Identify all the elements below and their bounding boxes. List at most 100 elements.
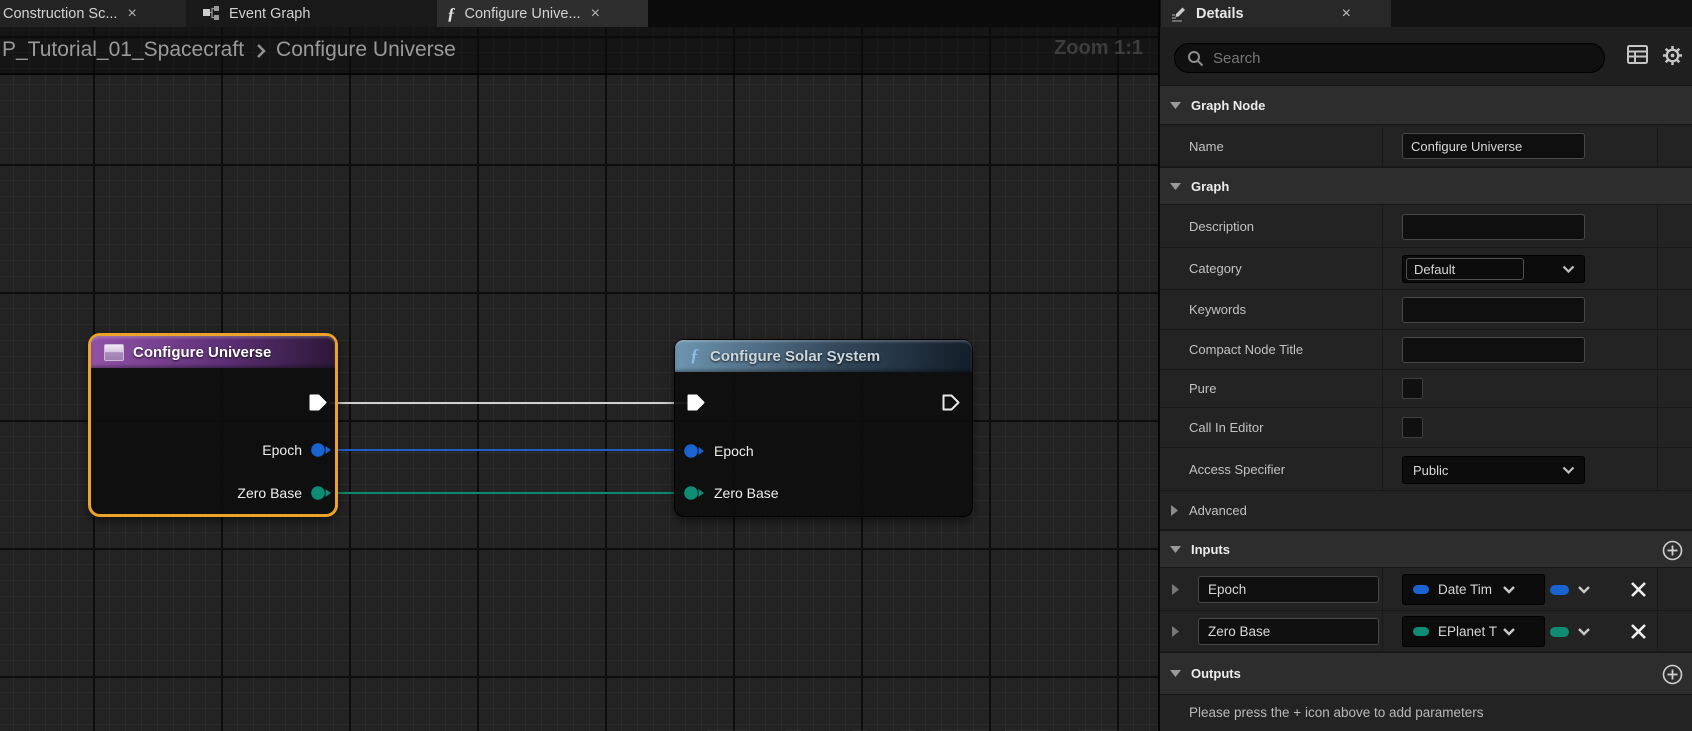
details-toolbar <box>1160 27 1692 85</box>
category-value-field[interactable] <box>1406 258 1524 280</box>
tab-construction-script[interactable]: Construction Sc... × <box>0 0 186 27</box>
section-title: Graph Node <box>1191 98 1265 113</box>
container-type-dropdown[interactable] <box>1577 627 1591 636</box>
section-graph-node[interactable]: Graph Node <box>1160 85 1692 125</box>
node-configure-solar-system[interactable]: ƒ Configure Solar System <box>674 339 973 517</box>
chevron-down-icon <box>1502 585 1516 594</box>
close-icon[interactable]: × <box>591 6 600 22</box>
section-outputs[interactable]: Outputs <box>1160 652 1692 695</box>
macro-icon <box>104 344 124 361</box>
pin-exec-in[interactable] <box>687 394 705 411</box>
breadcrumb: P_Tutorial_01_Spacecraft Configure Unive… <box>2 38 456 62</box>
container-type-pin-icon <box>1550 585 1569 595</box>
data-pin-icon <box>310 485 332 501</box>
compact-node-title-field[interactable] <box>1402 337 1585 363</box>
pin-label: Zero Base <box>714 485 779 501</box>
pin-zero-base-in[interactable]: Zero Base <box>683 485 779 501</box>
name-field[interactable] <box>1402 133 1585 159</box>
wire-zero-base <box>334 492 698 494</box>
chevron-right-icon <box>1171 505 1178 516</box>
row-access-specifier: Access Specifier Public <box>1160 448 1692 491</box>
blueprint-graph-canvas[interactable]: BLUEPRINT P_Tutorial_01_Spacecraft Confi… <box>0 27 1158 731</box>
chevron-down-icon <box>1170 102 1181 109</box>
details-panel: Details × <box>1158 0 1692 731</box>
document-tab-bar: Construction Sc... × Event Graph ƒ Confi… <box>0 0 1158 27</box>
pin-zero-base-out[interactable]: Zero Base <box>237 485 332 501</box>
pin-epoch-out[interactable]: Epoch <box>262 442 332 458</box>
chevron-down-icon <box>1170 670 1181 677</box>
field-label: Name <box>1189 139 1224 154</box>
pure-checkbox[interactable] <box>1402 378 1423 399</box>
tab-label: Construction Sc... <box>3 6 117 22</box>
pin-exec-out[interactable] <box>942 394 960 411</box>
row-call-in-editor: Call In Editor <box>1160 408 1692 448</box>
field-label: Compact Node Title <box>1189 342 1303 357</box>
access-specifier-dropdown[interactable]: Public <box>1402 456 1585 484</box>
row-keywords: Keywords <box>1160 290 1692 330</box>
details-tab-bar: Details × <box>1160 0 1692 27</box>
description-field[interactable] <box>1402 214 1585 240</box>
add-output-button[interactable] <box>1662 664 1683 685</box>
tab-configure-universe[interactable]: ƒ Configure Unive... × <box>437 0 648 27</box>
search-box[interactable] <box>1174 43 1605 73</box>
field-label: Call In Editor <box>1189 420 1263 435</box>
type-name: Date Tim <box>1438 582 1500 597</box>
add-input-button[interactable] <box>1662 540 1683 561</box>
input-name-field[interactable] <box>1198 618 1379 645</box>
field-label: Access Specifier <box>1189 462 1285 477</box>
field-label: Description <box>1189 219 1254 234</box>
row-category: Category <box>1160 248 1692 290</box>
breadcrumb-root[interactable]: P_Tutorial_01_Spacecraft <box>2 38 244 62</box>
pin-exec-out[interactable] <box>309 394 327 411</box>
details-pencil-icon <box>1170 5 1187 22</box>
gear-icon[interactable] <box>1662 45 1683 66</box>
row-description: Description <box>1160 205 1692 248</box>
advanced-label: Advanced <box>1189 503 1247 518</box>
row-advanced[interactable]: Advanced <box>1160 491 1692 530</box>
chevron-right-icon[interactable] <box>1172 584 1179 595</box>
function-icon: ƒ <box>447 4 456 24</box>
access-specifier-value: Public <box>1413 463 1562 478</box>
input-type-dropdown[interactable]: Date Tim <box>1402 574 1545 605</box>
pin-epoch-in[interactable]: Epoch <box>683 443 754 459</box>
delete-input-button[interactable] <box>1630 623 1647 640</box>
close-icon[interactable]: × <box>127 6 136 22</box>
node-header[interactable]: ƒ Configure Solar System <box>675 340 972 372</box>
type-name: EPlanet T <box>1438 624 1500 639</box>
node-title: Configure Universe <box>133 344 271 361</box>
section-graph[interactable]: Graph <box>1160 167 1692 205</box>
breadcrumb-current: Configure Universe <box>276 38 456 62</box>
graph-icon <box>203 6 220 21</box>
zoom-level-indicator: Zoom 1:1 <box>1054 37 1143 60</box>
keywords-field[interactable] <box>1402 297 1585 323</box>
exec-pin-outline-icon <box>942 394 960 411</box>
tab-label: Configure Unive... <box>465 6 581 22</box>
call-in-editor-checkbox[interactable] <box>1402 417 1423 438</box>
wire-epoch <box>334 449 698 451</box>
graph-editor-area: Construction Sc... × Event Graph ƒ Confi… <box>0 0 1158 731</box>
delete-input-button[interactable] <box>1630 581 1647 598</box>
field-label: Category <box>1189 261 1242 276</box>
chevron-right-icon[interactable] <box>1172 626 1179 637</box>
tab-event-graph[interactable]: Event Graph <box>186 0 437 27</box>
display-filter-icon[interactable] <box>1627 45 1648 64</box>
category-dropdown[interactable] <box>1402 255 1585 283</box>
container-type-dropdown[interactable] <box>1577 585 1591 594</box>
search-icon <box>1187 50 1204 67</box>
node-header[interactable]: Configure Universe <box>91 336 335 368</box>
close-icon[interactable]: × <box>1342 5 1351 23</box>
type-pin-icon <box>1413 627 1429 636</box>
section-title: Outputs <box>1191 666 1241 681</box>
tab-details[interactable]: Details × <box>1161 0 1391 27</box>
node-title: Configure Solar System <box>710 348 880 365</box>
chevron-down-icon <box>1562 466 1575 474</box>
section-inputs[interactable]: Inputs <box>1160 530 1692 568</box>
node-configure-universe[interactable]: Configure Universe Epoch Zero Base <box>88 333 338 517</box>
input-type-dropdown[interactable]: EPlanet T <box>1402 616 1545 647</box>
blueprint-editor-window: Construction Sc... × Event Graph ƒ Confi… <box>0 0 1692 731</box>
pin-label: Zero Base <box>237 485 302 501</box>
input-row-zero-base: EPlanet T <box>1160 611 1692 652</box>
search-input[interactable] <box>1213 50 1573 67</box>
input-name-field[interactable] <box>1198 576 1379 603</box>
row-compact-node-title: Compact Node Title <box>1160 330 1692 370</box>
